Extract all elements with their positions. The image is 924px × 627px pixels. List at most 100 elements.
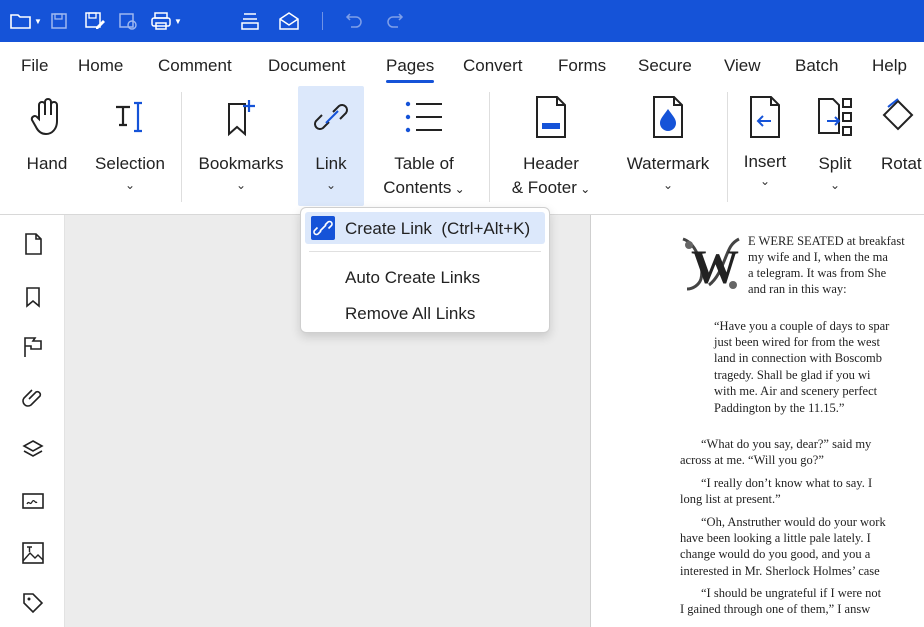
chevron-down-icon: ⌄ <box>235 178 247 192</box>
document-page[interactable]: W E WERE SEATED at breakfast my wife and… <box>590 215 924 627</box>
quote-line: with me. Air and scenery perfect <box>714 384 878 398</box>
ribbon-divider <box>489 92 490 202</box>
menu-divider <box>309 251 541 252</box>
bookmarks-label: Bookmarks <box>198 154 284 173</box>
selection-tool-button[interactable]: Selection ⌄ <box>90 86 170 206</box>
quote-line: tragedy. Shall be glad if you wi <box>714 368 871 382</box>
table-of-contents-button[interactable]: Table of Contents ⌄ <box>374 86 474 206</box>
quote-line: “Have you a couple of days to spar <box>714 319 890 333</box>
save-icon[interactable] <box>50 11 68 31</box>
save-copy-icon[interactable] <box>118 11 138 31</box>
paragraph-line: E WERE SEATED at breakfast <box>748 234 905 248</box>
split-button[interactable]: Split ⌄ <box>806 86 864 206</box>
menu-secure[interactable]: Secure <box>638 56 692 76</box>
header-label-line2: & Footer <box>511 178 577 197</box>
link-label: Link <box>315 154 347 173</box>
menu-forms[interactable]: Forms <box>558 56 606 76</box>
split-icon <box>806 94 864 140</box>
remove-all-links-item[interactable]: Remove All Links <box>345 304 475 324</box>
list-icon <box>374 94 474 140</box>
watermark-icon <box>620 94 716 140</box>
menu-batch[interactable]: Batch <box>795 56 838 76</box>
left-sidebar <box>0 215 65 627</box>
quote-line: land in connection with Boscomb <box>714 351 883 365</box>
menu-document[interactable]: Document <box>268 56 345 76</box>
paragraph-line: “What do you say, dear?” said my <box>701 437 872 451</box>
toc-label-line1: Table of <box>394 154 454 173</box>
hand-tool-button[interactable]: Hand <box>18 86 76 206</box>
toc-label-line2: Contents <box>383 178 452 197</box>
flag-icon[interactable] <box>21 335 45 359</box>
insert-label: Insert <box>743 152 787 171</box>
signature-icon[interactable] <box>21 489 45 513</box>
menu-view[interactable]: View <box>724 56 761 76</box>
chevron-down-icon: ⌄ <box>451 182 465 196</box>
create-link-shortcut: (Ctrl+Alt+K) <box>441 219 531 238</box>
link-button[interactable]: Link ⌄ <box>298 86 364 206</box>
redo-icon[interactable] <box>386 11 404 31</box>
hand-icon <box>18 94 76 140</box>
chevron-down-icon: ⌄ <box>759 174 771 188</box>
quote-line: Paddington by the 11.15.” <box>714 401 845 415</box>
paragraph-line: I gained through one of them,” I answ <box>680 602 871 616</box>
header-footer-button[interactable]: Header & Footer ⌄ <box>502 86 600 206</box>
scan-icon[interactable] <box>240 11 260 31</box>
chevron-down-icon: ⌄ <box>829 178 841 192</box>
watermark-button[interactable]: Watermark ⌄ <box>620 86 716 206</box>
menu-comment[interactable]: Comment <box>158 56 232 76</box>
open-folder-icon[interactable]: ▼ <box>10 11 42 31</box>
create-link-icon <box>311 216 335 240</box>
layers-icon[interactable] <box>21 437 45 461</box>
page-thumbnail-icon[interactable] <box>21 232 45 256</box>
rotate-button[interactable]: Rotat <box>878 86 924 206</box>
save-as-icon[interactable] <box>84 11 106 31</box>
chevron-down-icon: ⌄ <box>662 178 674 192</box>
header-label-line1: Header <box>523 154 579 173</box>
insert-page-icon <box>736 94 794 140</box>
chevron-down-icon: ⌄ <box>325 178 337 192</box>
print-icon[interactable]: ▼ <box>150 11 182 31</box>
paragraph-line: a telegram. It was from She <box>748 266 887 280</box>
paragraph-line: my wife and I, when the ma <box>748 250 888 264</box>
toolbar-divider <box>322 12 323 30</box>
selection-label: Selection <box>95 154 165 173</box>
watermark-label: Watermark <box>626 154 710 173</box>
split-label: Split <box>818 154 852 173</box>
ribbon-divider <box>727 92 728 202</box>
link-icon <box>298 94 364 140</box>
header-footer-icon <box>502 94 600 140</box>
paragraph-line: long list at present.” <box>680 492 781 506</box>
paragraph-line: “I really don’t know what to say. I <box>701 476 873 490</box>
menu-convert[interactable]: Convert <box>463 56 523 76</box>
tag-icon[interactable] <box>21 591 45 615</box>
title-bar: ▼ ▼ <box>0 0 924 42</box>
paragraph-line: across at me. “Will you go?” <box>680 453 824 467</box>
insert-button[interactable]: Insert ⌄ <box>736 86 794 206</box>
undo-icon[interactable] <box>345 11 363 31</box>
paragraph-line: “Oh, Anstruther would do your work <box>701 515 886 529</box>
auto-create-links-item[interactable]: Auto Create Links <box>345 268 480 288</box>
paragraph-line: have been looking a little pale lately. … <box>680 531 871 545</box>
menu-file[interactable]: File <box>21 56 48 76</box>
bookmarks-button[interactable]: Bookmarks ⌄ <box>193 86 289 206</box>
chevron-down-icon: ⌄ <box>576 182 591 196</box>
link-dropdown-menu: Create Link (Ctrl+Alt+K) Auto Create Lin… <box>300 207 550 333</box>
menu-pages[interactable]: Pages <box>386 56 435 83</box>
menu-home[interactable]: Home <box>78 56 123 76</box>
email-icon[interactable] <box>278 11 300 31</box>
paragraph-line: “I should be ungrateful if I were not <box>701 586 882 600</box>
paragraph-line: change would do you good, and you a <box>680 547 871 561</box>
menu-bar: File Home Comment Document Pages Convert… <box>0 42 924 86</box>
hand-label: Hand <box>26 154 68 173</box>
paragraph-line: and ran in this way: <box>748 282 847 296</box>
ribbon-toolbar: Hand Selection ⌄ Bookmarks ⌄ Link ⌄ Tabl… <box>0 86 924 215</box>
ribbon-divider <box>181 92 182 202</box>
attachment-icon[interactable] <box>21 385 45 409</box>
text-select-icon <box>90 94 170 140</box>
menu-help[interactable]: Help <box>872 56 907 76</box>
image-icon[interactable] <box>21 541 45 565</box>
drop-cap-w-image: W <box>681 235 743 295</box>
create-link-label: Create Link <box>345 219 432 238</box>
paragraph-line: interested in Mr. Sherlock Holmes’ case <box>680 564 880 578</box>
bookmark-icon[interactable] <box>21 285 45 309</box>
